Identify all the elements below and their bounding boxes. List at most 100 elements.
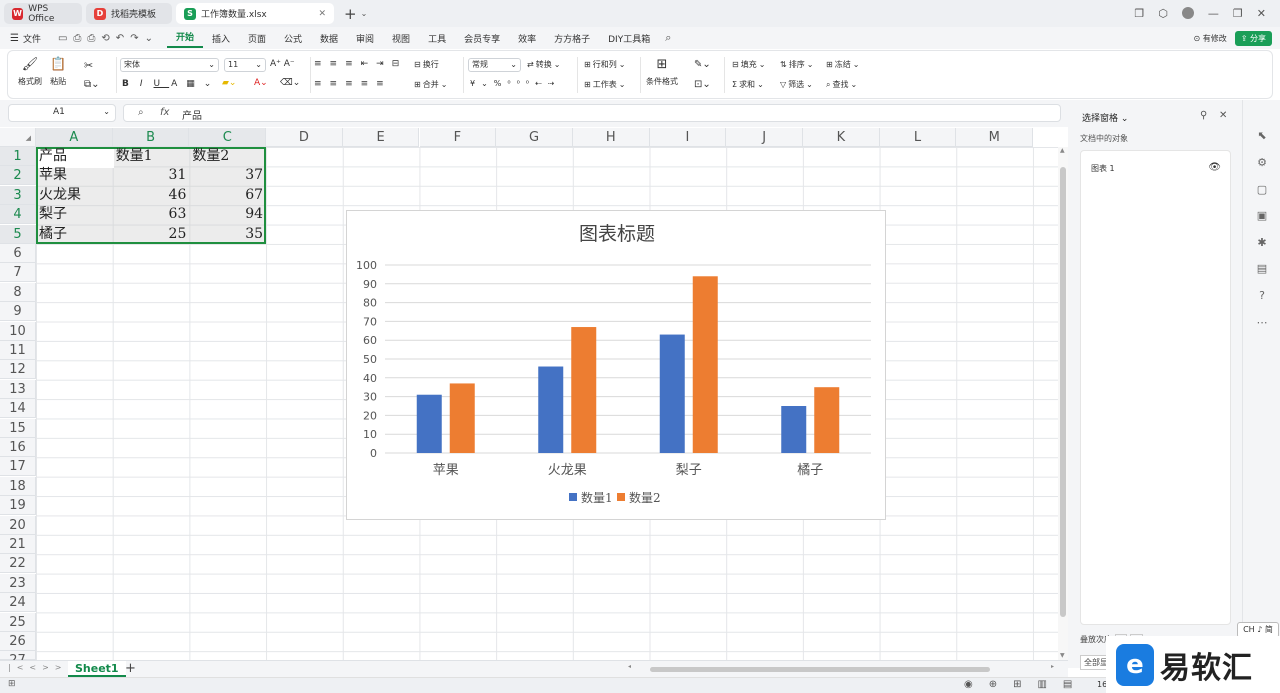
hamburger-icon[interactable]: ☰ [10,33,19,44]
formula-input[interactable]: ⌕ fx 产品 [123,104,1061,122]
menu-view[interactable]: 视图 [383,32,419,45]
find-button[interactable]: ⌕ 查找 ⌄ [826,79,857,90]
number-icons[interactable]: ¥⌄%⁰⁰⁰⇠⇢ [470,79,560,88]
bar-chart[interactable]: 图表标题 0 10 20 30 40 50 60 70 80 90 100 苹果 火龙果 梨子 橘子 数量1 数量… [346,210,886,520]
menu-home[interactable]: 开始 [166,28,203,48]
worksheet-button[interactable]: ⊞ 工作表 ⌄ [584,79,625,90]
column-header-d[interactable]: D [266,128,343,147]
column-header-j[interactable]: J [726,128,803,147]
cell-a4[interactable]: 梨子 [36,205,113,224]
column-header-k[interactable]: K [803,128,880,147]
row-header-19[interactable]: 19 [0,496,36,516]
sum-button[interactable]: Σ 求和 ⌄ [732,79,764,90]
align-icons-top[interactable]: ≡≡≡⇤⇥⊟ [314,59,407,69]
share-button[interactable]: ⇪ 分享 [1234,30,1272,46]
convert-button[interactable]: ⇄ 转换 ⌄ [527,59,560,70]
tab-wps-office[interactable]: W WPS Office [4,3,82,24]
column-header-f[interactable]: F [419,128,497,147]
pin-icon[interactable]: ⚲ [1200,110,1207,121]
row-header-21[interactable]: 21 [0,535,36,554]
cell-b1[interactable]: 数量1 [113,147,190,166]
chart-element-icon[interactable]: ▢ [1256,184,1268,196]
row-header-14[interactable]: 14 [0,399,36,419]
font-name-select[interactable]: 宋体 ⌄ [120,58,219,72]
add-sheet-icon[interactable]: + [125,661,136,676]
row-header-24[interactable]: 24 [0,593,36,613]
adjust-icon[interactable]: ⚙ [1256,157,1268,169]
name-box[interactable]: A1 ⌄ [8,104,116,122]
cell-a5[interactable]: 橘子 [36,225,113,244]
menu-tools[interactable]: 工具 [419,32,455,45]
search-icon[interactable]: ⌕ [665,31,671,45]
row-header-18[interactable]: 18 [0,476,36,496]
clear-format-icon[interactable]: ⌫⌄ [280,78,300,88]
new-tab-icon[interactable]: + [344,5,357,23]
cell-b3[interactable]: 46 [113,186,190,205]
select-all-corner[interactable]: ◢ [0,128,36,147]
row-header-12[interactable]: 12 [0,360,36,380]
menu-page[interactable]: 页面 [239,32,275,45]
border-style-icon[interactable]: ⊡⌄ [694,79,711,90]
close-panel-icon[interactable]: ✕ [1219,110,1227,121]
cell-b4[interactable]: 63 [113,205,190,224]
book-icon[interactable]: ▤ [1256,263,1268,275]
row-header-11[interactable]: 11 [0,341,36,360]
cell-c4[interactable]: 94 [189,205,266,224]
row-header-15[interactable]: 15 [0,418,36,438]
row-header-22[interactable]: 22 [0,554,36,574]
object-item-chart[interactable]: 图表 1 👁 [1091,162,1221,174]
column-header-c[interactable]: C [189,128,267,147]
row-header-26[interactable]: 26 [0,632,36,651]
vertical-scrollbar[interactable]: ▲ ▼ [1058,147,1068,661]
menu-review[interactable]: 审阅 [347,32,383,45]
column-header-i[interactable]: I [649,128,727,147]
tab-workbook[interactable]: S 工作簿数量.xlsx ✕ [176,3,334,24]
cursor-icon[interactable]: ⬉ [1256,130,1268,142]
menu-diy[interactable]: DIY工具箱 [599,32,659,45]
column-header-b[interactable]: B [112,128,190,147]
cell-b5[interactable]: 25 [113,225,190,244]
column-header-g[interactable]: G [496,128,573,147]
filter-button[interactable]: ▽ 筛选 ⌄ [780,79,813,90]
column-header-e[interactable]: E [342,128,420,147]
fx-icon[interactable]: fx [160,107,169,118]
wrap-button[interactable]: ⊟ 换行 [414,59,439,70]
minimize-icon[interactable]: — [1208,7,1219,20]
maximize-icon[interactable]: ❐ [1233,7,1243,20]
cube-icon[interactable]: ⬡ [1158,7,1168,20]
cell-c3[interactable]: 67 [189,186,266,205]
menu-ffgz[interactable]: 方方格子 [545,32,599,45]
image-icon[interactable]: ▣ [1256,210,1268,222]
restore-layout-icon[interactable]: ❐ [1134,7,1144,20]
cell-c1[interactable]: 数量2 [189,147,266,166]
cell-c2[interactable]: 37 [189,166,266,185]
column-header-l[interactable]: L [879,128,957,147]
font-size-select[interactable]: 11 ⌄ [224,58,266,72]
row-col-button[interactable]: ⊞ 行和列 ⌄ [584,59,625,70]
row-header-3[interactable]: 3 [0,185,36,205]
cell-style-icon[interactable]: ✎⌄ [694,59,711,70]
paste-button[interactable]: 📋 粘贴 [50,57,66,87]
row-header-17[interactable]: 17 [0,457,36,477]
copy-icon[interactable]: ⧉⌄ [84,79,100,90]
cell-a3[interactable]: 火龙果 [36,186,113,205]
menu-data[interactable]: 数据 [311,32,347,45]
row-header-9[interactable]: 9 [0,302,36,322]
fill-color-icon[interactable]: ▰⌄ [222,78,236,88]
panel-title[interactable]: 选择窗格 ⌄ [1082,111,1128,124]
eye-icon[interactable]: 👁 [1208,162,1221,173]
number-format-select[interactable]: 常规 ⌄ [468,58,521,72]
row-header-8[interactable]: 8 [0,282,36,302]
row-header-27[interactable]: 27 [0,651,36,668]
row-header-16[interactable]: 16 [0,438,36,457]
cell-a2[interactable]: 苹果 [36,166,113,185]
row-header-2[interactable]: 2 [0,166,36,186]
row-header-6[interactable]: 6 [0,244,36,263]
column-header-h[interactable]: H [572,128,650,147]
cut-icon[interactable]: ✂ [84,59,93,72]
fill-button[interactable]: ⊟ 填充 ⌄ [732,59,765,70]
help-icon[interactable]: ? [1256,290,1268,302]
menu-formula[interactable]: 公式 [275,32,311,45]
row-header-10[interactable]: 10 [0,321,36,341]
sheet-nav-icons[interactable]: |<<>>| [8,663,76,672]
